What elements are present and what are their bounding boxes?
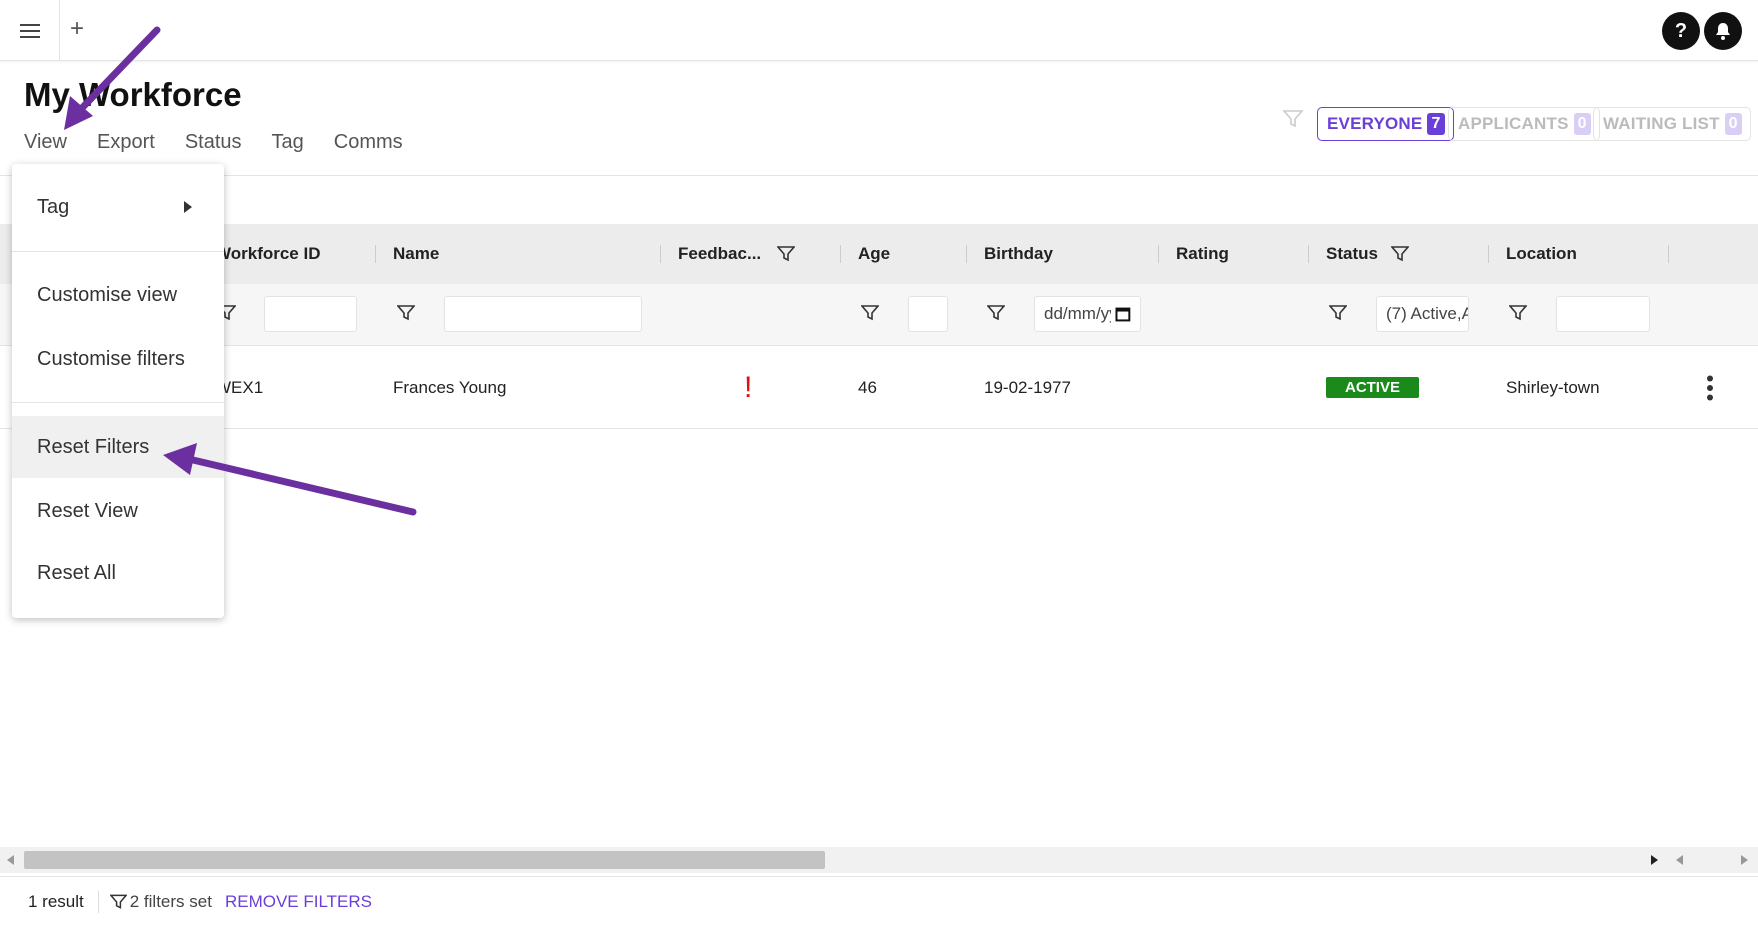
chevron-right-icon — [184, 201, 192, 213]
status-badge: ACTIVE — [1326, 377, 1419, 398]
scroll-right-icon[interactable] — [1740, 855, 1748, 865]
segment-waiting-list[interactable]: WAITING LIST 0 — [1593, 107, 1751, 141]
divider — [12, 251, 224, 252]
menu-status[interactable]: Status — [185, 131, 242, 154]
menu-view[interactable]: View — [24, 131, 67, 154]
hamburger-icon — [19, 23, 40, 38]
filter-icon[interactable] — [777, 245, 796, 263]
scroll-left-icon[interactable] — [7, 855, 15, 865]
top-bar: + ? — [0, 0, 1758, 61]
dropdown-item-reset-filters[interactable]: Reset Filters — [12, 416, 224, 478]
table-header: Workforce ID Name Feedbac... Age Birthda… — [0, 224, 1758, 284]
bell-icon — [1716, 23, 1730, 40]
divider — [97, 890, 99, 913]
add-tab-button[interactable]: + — [70, 14, 84, 44]
filter-icon[interactable] — [397, 304, 415, 322]
segment-label: EVERYONE — [1327, 114, 1423, 133]
scroll-left-icon[interactable] — [1676, 855, 1684, 865]
segment-count: 0 — [1573, 113, 1591, 135]
name-filter-input[interactable] — [444, 296, 642, 332]
column-divider[interactable] — [1668, 245, 1669, 263]
menu-comms[interactable]: Comms — [334, 131, 403, 154]
filter-icon — [109, 894, 127, 909]
dropdown-item-customise-filters[interactable]: Customise filters — [12, 328, 224, 390]
segment-label: APPLICANTS — [1458, 114, 1569, 133]
menu-export[interactable]: Export — [97, 131, 155, 154]
scroll-right-icon[interactable] — [1650, 855, 1658, 865]
result-count: 1 result — [28, 891, 84, 911]
filter-icon[interactable] — [1390, 245, 1409, 263]
column-birthday[interactable]: Birthday — [984, 224, 1053, 284]
status-filter-select[interactable]: (7) Active,Ap — [1376, 296, 1469, 332]
help-icon: ? — [1674, 19, 1688, 42]
workforce-id-filter-input[interactable] — [264, 296, 357, 332]
column-status[interactable]: Status — [1326, 224, 1409, 284]
dropdown-item-reset-view[interactable]: Reset View — [12, 480, 224, 542]
cell-status: ACTIVE — [1326, 346, 1419, 429]
segment-label: WAITING LIST — [1603, 114, 1720, 133]
segment-count: 0 — [1724, 113, 1742, 135]
cell-age: 46 — [858, 377, 877, 397]
column-status-label: Status — [1326, 244, 1378, 263]
dropdown-item-customise-view[interactable]: Customise view — [12, 264, 224, 326]
page-menu-bar: View Export Status Tag Comms — [24, 131, 433, 154]
column-location[interactable]: Location — [1506, 224, 1577, 284]
filter-icon[interactable] — [1282, 108, 1304, 130]
divider — [0, 175, 1758, 176]
dropdown-item-reset-all[interactable]: Reset All — [12, 542, 224, 604]
table-row[interactable]: WEX1 Frances Young ! 46 19-02-1977 ACTIV… — [0, 346, 1758, 429]
location-filter-input[interactable] — [1556, 296, 1650, 332]
remove-filters-link[interactable]: REMOVE FILTERS — [225, 892, 372, 912]
cell-location: Shirley-town — [1506, 377, 1600, 397]
calendar-icon[interactable] — [1115, 306, 1131, 322]
birthday-placeholder: dd/mm/yyyy — [1044, 304, 1111, 323]
column-feedback[interactable]: Feedbac... — [678, 224, 796, 284]
cell-birthday: 19-02-1977 — [984, 377, 1071, 397]
filter-icon[interactable] — [861, 304, 879, 322]
age-filter-input[interactable] — [908, 296, 948, 332]
notifications-button[interactable] — [1704, 12, 1742, 50]
filter-icon[interactable] — [1509, 304, 1527, 322]
hamburger-menu-button[interactable] — [0, 0, 60, 61]
column-workforce-id[interactable]: Workforce ID — [215, 224, 321, 284]
help-button[interactable]: ? — [1662, 12, 1700, 50]
column-divider[interactable] — [375, 245, 376, 263]
row-actions-button[interactable] — [1706, 346, 1714, 429]
column-name[interactable]: Name — [393, 224, 439, 284]
dropdown-item-label: Tag — [37, 195, 70, 218]
scrollbar-thumb[interactable] — [24, 851, 825, 869]
column-divider[interactable] — [966, 245, 967, 263]
column-rating[interactable]: Rating — [1176, 224, 1229, 284]
birthday-filter-input[interactable]: dd/mm/yyyy — [1034, 296, 1141, 332]
segment-everyone[interactable]: EVERYONE 7 — [1317, 107, 1454, 141]
column-feedback-label: Feedbac... — [678, 244, 762, 263]
column-divider[interactable] — [660, 245, 661, 263]
horizontal-scrollbar[interactable] — [0, 847, 1758, 873]
feedback-alert-icon: ! — [744, 370, 753, 404]
segment-count: 7 — [1427, 113, 1445, 135]
column-divider[interactable] — [1308, 245, 1309, 263]
column-divider[interactable] — [840, 245, 841, 263]
view-dropdown-menu: Tag Customise view Customise filters Res… — [12, 164, 224, 618]
cell-name: Frances Young — [393, 377, 507, 397]
segment-applicants[interactable]: APPLICANTS 0 — [1448, 107, 1600, 141]
page-title: My Workforce — [24, 76, 242, 113]
filter-icon[interactable] — [1329, 304, 1347, 322]
column-divider[interactable] — [1158, 245, 1159, 263]
dropdown-item-tag[interactable]: Tag — [12, 176, 224, 238]
menu-tag[interactable]: Tag — [272, 131, 304, 154]
table-footer: 1 result 2 filters set REMOVE FILTERS — [0, 876, 1758, 926]
column-divider[interactable] — [1488, 245, 1489, 263]
column-age[interactable]: Age — [858, 224, 890, 284]
divider — [12, 402, 224, 403]
filters-set-count: 2 filters set — [129, 891, 212, 911]
more-vertical-icon — [1707, 375, 1713, 400]
filter-icon[interactable] — [987, 304, 1005, 322]
